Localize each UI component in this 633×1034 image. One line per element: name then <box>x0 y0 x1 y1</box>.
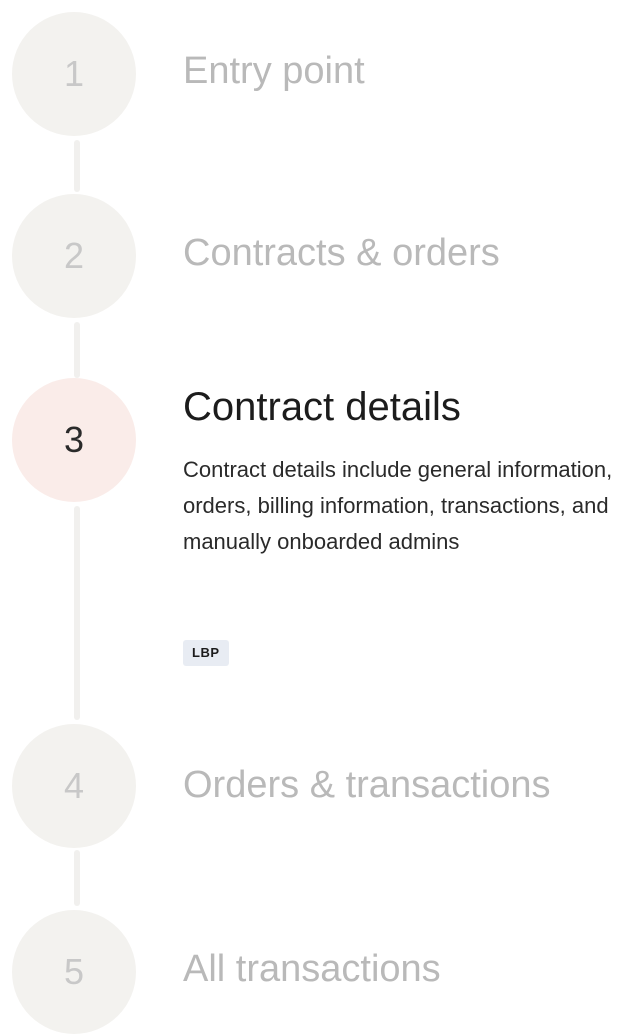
step-description: Contract details include general informa… <box>183 457 613 554</box>
stepper: 1 Entry point 2 Contracts & orders 3 Con… <box>0 0 633 1034</box>
step-number-circle[interactable]: 4 <box>12 724 136 848</box>
step-connector-1-2 <box>74 140 80 192</box>
step-title[interactable]: Contracts & orders <box>183 232 500 275</box>
status-badge: LBP <box>183 640 229 666</box>
step-number: 1 <box>63 53 85 94</box>
step-title[interactable]: All transactions <box>183 948 441 991</box>
step-number: 4 <box>63 765 85 806</box>
step-connector-2-3 <box>74 322 80 378</box>
step-title-active: Contract details <box>183 385 461 429</box>
step-number-circle[interactable]: 1 <box>12 12 136 136</box>
step-title[interactable]: Entry point <box>183 50 365 93</box>
step-number: 3 <box>63 419 85 460</box>
step-connector-4-5 <box>74 850 80 906</box>
step-number-circle[interactable]: 5 <box>12 910 136 1034</box>
step-connector-3-4 <box>74 506 80 720</box>
step-title[interactable]: Orders & transactions <box>183 764 550 807</box>
step-number-circle[interactable]: 2 <box>12 194 136 318</box>
step-number: 2 <box>63 235 85 276</box>
step-number: 5 <box>63 951 85 992</box>
step-number-circle-active: 3 <box>12 378 136 502</box>
